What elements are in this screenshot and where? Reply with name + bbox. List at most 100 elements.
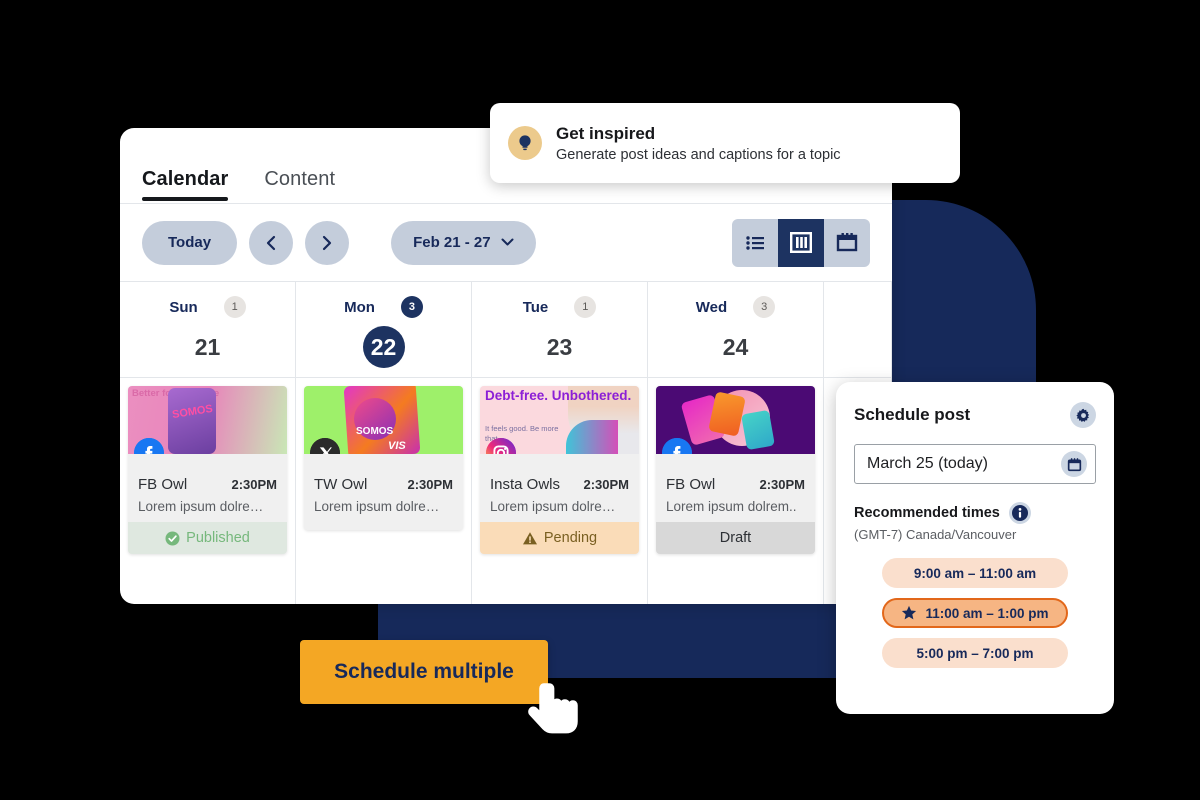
warning-triangle-icon [522,531,537,544]
day-header-tue[interactable]: Tue 1 23 [472,282,648,377]
artwork-card-teal [741,409,775,451]
artwork-headline: Debt-free. Unbothered. [485,388,632,403]
post-card-body: FB Owl 2:30PM Lorem ipsum dolre… [128,454,287,522]
today-button[interactable]: Today [142,220,238,265]
tab-calendar[interactable]: Calendar [142,168,229,203]
time-slot-label: 11:00 am – 1:00 pm [925,605,1049,621]
post-card-header: Insta Owls 2:30PM [490,476,629,493]
post-time: 2:30PM [407,477,453,492]
prev-week-button[interactable] [249,220,294,265]
post-excerpt: Lorem ipsum dolrem.. [666,499,797,514]
post-card-header: FB Owl 2:30PM [666,476,805,493]
calendar-panel: Calendar Content Today Feb 21 - 27 Sun 1… [120,128,892,604]
columns-icon [790,232,812,253]
screenshot-stage: Calendar Content Today Feb 21 - 27 Sun 1… [0,0,1200,800]
get-inspired-card[interactable]: Get inspired Generate post ideas and cap… [490,103,960,183]
post-status-badge: Published [128,522,287,554]
view-board-button[interactable] [778,218,824,267]
day-header-sun[interactable]: Sun 1 21 [120,282,296,377]
time-slot-label: 9:00 am – 11:00 am [913,565,1037,581]
calendar-icon[interactable] [1061,451,1087,477]
schedule-multiple-button[interactable]: Schedule multiple [300,640,548,704]
time-slot-option[interactable]: 5:00 pm – 7:00 pm [882,638,1068,668]
post-cell-wed: FB Owl 2:30PM Lorem ipsum dolrem.. Draft [648,378,824,604]
post-status-badge: Pending [480,522,639,554]
day-name: Tue [522,298,549,316]
recommended-times-label: Recommended times [854,505,1000,521]
list-icon [745,235,764,250]
chevron-down-icon [501,238,514,246]
post-status-label: Published [186,530,250,546]
instagram-icon [486,438,516,454]
gear-icon[interactable] [1070,402,1096,428]
check-circle-icon [165,531,180,545]
post-excerpt: Lorem ipsum dolre… [314,499,440,514]
day-top: Tue 1 [523,296,597,318]
time-slot-option-selected[interactable]: 11:00 am – 1:00 pm [882,598,1068,628]
time-slot-label: 5:00 pm – 7:00 pm [916,645,1034,661]
day-post-count-badge: 1 [223,296,246,318]
schedule-date-value: March 25 (today) [867,455,988,472]
day-post-count-badge: 1 [574,296,597,318]
post-card[interactable]: Better for everyone SOMOS FB Owl 2:30PM … [128,386,287,554]
post-status-label: Draft [719,530,752,546]
calendar-toolbar: Today Feb 21 - 27 [120,204,892,282]
view-list-button[interactable] [732,219,778,267]
next-week-button[interactable] [305,220,350,265]
facebook-icon [134,438,164,454]
day-post-count-badge: 3 [753,296,776,318]
day-header-wed[interactable]: Wed 3 24 [648,282,824,377]
post-title: Insta Owls [490,476,561,493]
timezone-label: (GMT-7) Canada/Vancouver [854,527,1017,542]
post-card-header: TW Owl 2:30PM [314,476,453,493]
post-time: 2:30PM [583,477,629,492]
post-cell-tue: Debt-free. Unbothered. It feels good. Be… [472,378,648,604]
post-card-body: TW Owl 2:30PM Lorem ipsum dolre… [304,454,463,530]
day-top: Wed 3 [695,296,776,318]
date-range-selector[interactable]: Feb 21 - 27 [391,220,536,265]
post-title: TW Owl [314,476,368,493]
day-number: 24 [722,333,749,360]
tab-calendar-label: Calendar [142,168,229,190]
post-card-body: Insta Owls 2:30PM Lorem ipsum dolre… [480,454,639,522]
recommended-times-header: Recommended times [854,502,1096,524]
post-thumbnail: Better for everyone SOMOS [128,386,287,454]
calendar-icon [836,233,858,252]
post-card-header: FB Owl 2:30PM [138,476,277,493]
post-card[interactable]: SOMOS VIS TW Owl 2:30PM Lorem ipsum dolr… [304,386,463,530]
chevron-right-icon [322,235,332,250]
get-inspired-title: Get inspired [556,123,656,143]
pointer-hand-icon [528,683,578,734]
day-header-mon[interactable]: Mon 3 22 [296,282,472,377]
day-header-empty [824,282,892,377]
post-cell-sun: Better for everyone SOMOS FB Owl 2:30PM … [120,378,296,604]
schedule-post-panel: Schedule post March 25 (today) Recommend… [836,382,1114,714]
time-slot-option[interactable]: 9:00 am – 11:00 am [882,558,1068,588]
post-card[interactable]: FB Owl 2:30PM Lorem ipsum dolrem.. Draft [656,386,815,554]
tab-content[interactable]: Content [264,168,335,203]
info-icon[interactable] [1008,502,1031,524]
x-twitter-icon [310,438,340,454]
artwork-brand: SOMOS [356,426,394,437]
post-thumbnail: Debt-free. Unbothered. It feels good. Be… [480,386,639,454]
day-top: Mon 3 [344,296,423,318]
post-card[interactable]: Debt-free. Unbothered. It feels good. Be… [480,386,639,554]
day-name: Wed [695,298,728,316]
post-card-body: FB Owl 2:30PM Lorem ipsum dolrem.. [656,454,815,522]
facebook-icon [662,438,692,454]
day-top: Sun 1 [169,296,246,318]
lightbulb-icon [508,126,542,160]
post-row: Better for everyone SOMOS FB Owl 2:30PM … [120,378,892,604]
day-header-row: Sun 1 21 Mon 3 22 Tue 1 23 Wed 3 24 [120,282,892,378]
post-title: FB Owl [138,476,188,493]
view-month-button[interactable] [824,219,870,267]
post-title: FB Owl [666,476,716,493]
artwork-network-logo: VIS [388,440,406,452]
star-icon [902,605,917,620]
day-name: Mon [344,298,375,316]
post-time: 2:30PM [759,477,805,492]
post-thumbnail [656,386,815,454]
post-thumbnail: SOMOS VIS [304,386,463,454]
post-time: 2:30PM [231,477,277,492]
schedule-date-input[interactable]: March 25 (today) [854,444,1096,484]
